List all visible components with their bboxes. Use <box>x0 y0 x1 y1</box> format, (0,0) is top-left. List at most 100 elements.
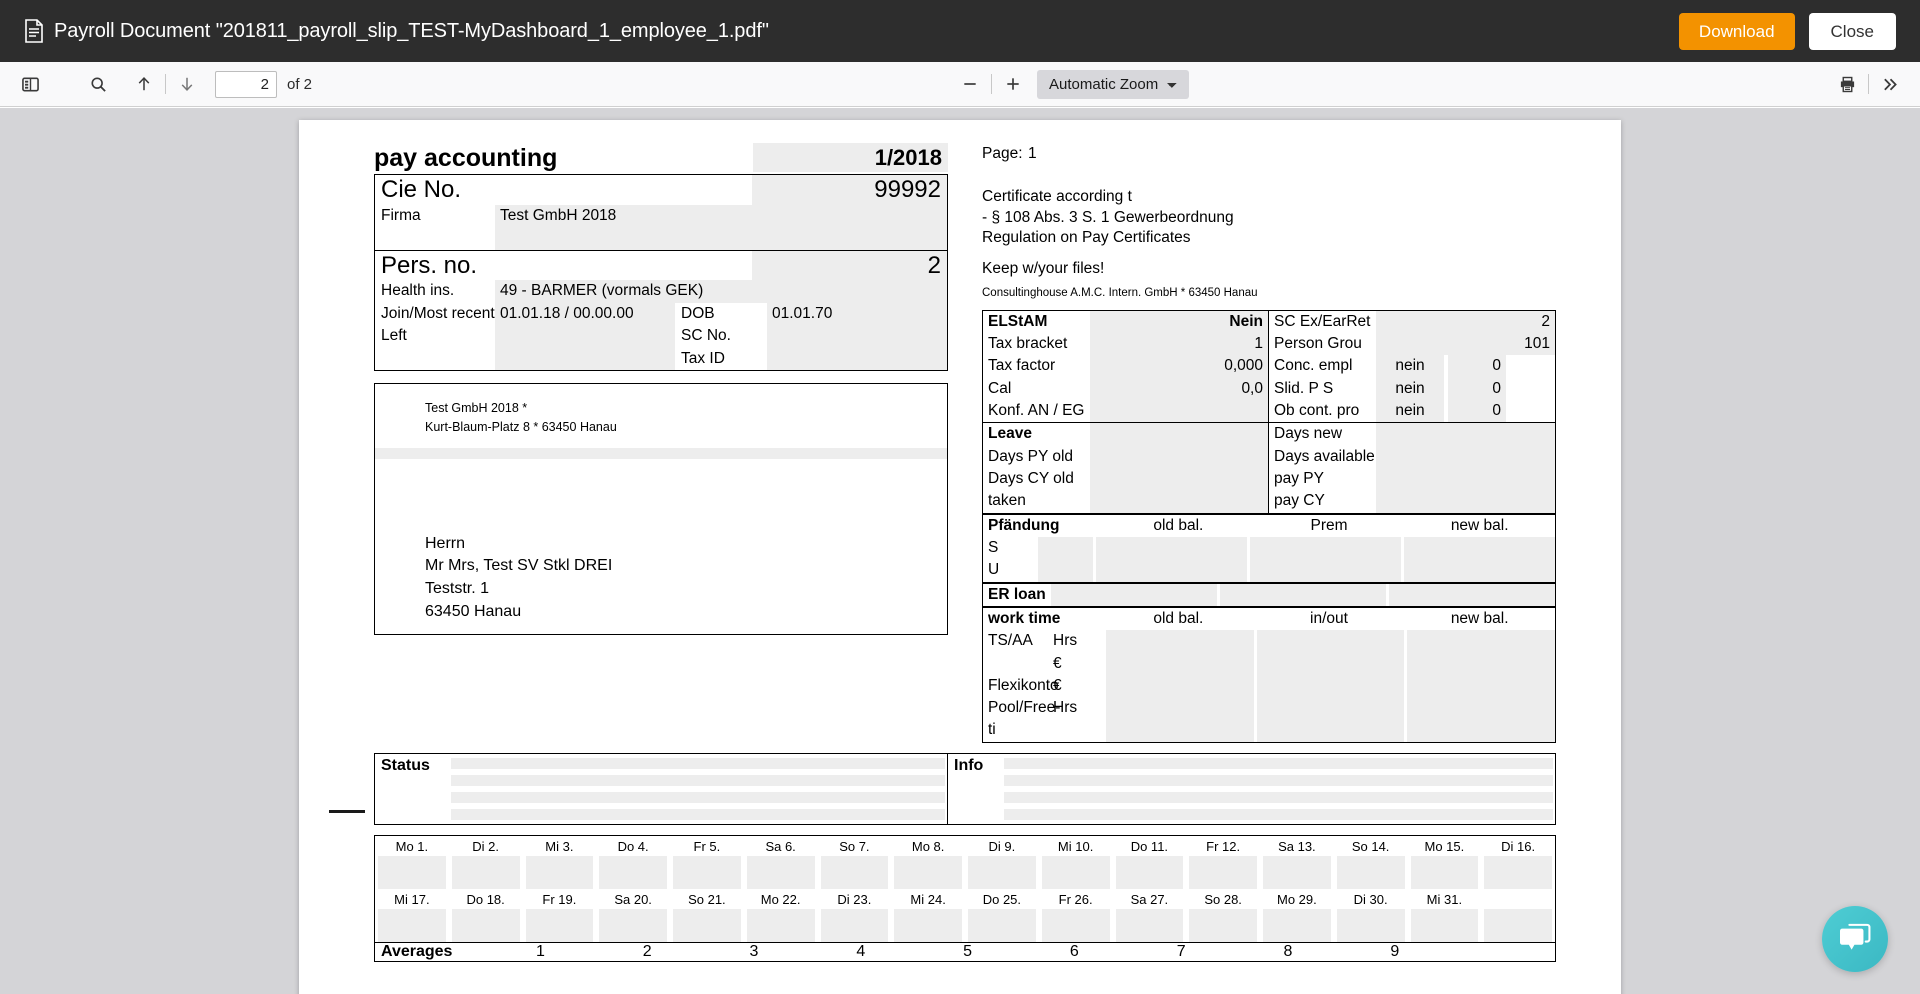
tax-factor-label: Tax factor <box>988 357 1056 375</box>
calendar-day-entry <box>599 908 667 942</box>
pfaendung-row-new-balance <box>1404 536 1555 560</box>
double-chevron-right-icon[interactable] <box>1874 69 1906 99</box>
certificate-line-1: Certificate according t <box>982 188 1132 205</box>
sidebar-toggle-icon[interactable] <box>14 69 46 99</box>
zoom-in-button[interactable] <box>997 69 1029 99</box>
pfaendung-row-label: S <box>988 538 999 556</box>
recipient-line-3: Teststr. 1 <box>425 579 490 597</box>
pfaendung-row: U <box>983 559 1555 582</box>
join-date-value: 01.01.18 / 00.00.00 <box>495 302 675 326</box>
days-available-value <box>1376 445 1555 469</box>
previous-page-button[interactable] <box>128 69 160 99</box>
page-number-input[interactable] <box>215 70 277 98</box>
calendar-day-entry <box>378 855 446 889</box>
averages-column: 8 <box>1283 942 1293 960</box>
zoom-level-select[interactable]: Automatic Zoom <box>1037 69 1190 99</box>
work-time-row-unit: Hrs <box>1053 632 1078 650</box>
close-button[interactable]: Close <box>1808 12 1896 50</box>
calendar-day: Sa 13. <box>1260 836 1334 889</box>
work-time-row-new-balance <box>1407 652 1556 675</box>
work-time-col-old-balance: old bal. <box>1153 609 1204 627</box>
work-time-row-label: Pool/Free-ti <box>988 699 1061 739</box>
elstam-value: Nein <box>1090 310 1268 334</box>
pay-py-value <box>1376 468 1555 491</box>
calendar-day-label: So 7. <box>839 838 870 854</box>
print-icon[interactable] <box>1831 69 1863 99</box>
sc-exemption-value: 2 <box>1376 310 1555 334</box>
work-time-row: Pool/Free-ti Hrs <box>983 697 1556 742</box>
calendar-day: So 14. <box>1334 836 1408 889</box>
cal-value: 0,0 <box>1090 377 1268 401</box>
calendar-day: Sa 6. <box>744 836 818 889</box>
sender-line-2: Kurt-Blaum-Platz 8 * 63450 Hanau <box>425 419 617 434</box>
app-header: Payroll Document "201811_payroll_slip_TE… <box>0 0 1920 62</box>
calendar-day: Do 25. <box>965 889 1039 942</box>
calendar-day-label: Di 2. <box>472 838 499 854</box>
calendar-day-label: Do 11. <box>1130 838 1169 854</box>
elstam-row: Cal 0,0 Slid. P S nein 0 <box>983 377 1555 401</box>
left-date-label: Left <box>381 327 407 345</box>
person-group-label: Person Grou <box>1274 335 1362 353</box>
calendar-day-entry <box>525 908 594 942</box>
status-box: Status <box>374 752 948 825</box>
tax-factor-cell: Tax factor 0,000 <box>983 355 1269 378</box>
pay-py-label: pay PY <box>1274 470 1324 488</box>
work-time-row-new-balance <box>1407 630 1556 653</box>
sender-line-1: Test GmbH 2018 * <box>425 401 528 415</box>
header-actions: Download Close <box>1678 12 1896 50</box>
chat-widget-button[interactable] <box>1822 906 1888 972</box>
tax-bracket-label: Tax bracket <box>988 335 1068 353</box>
calendar-day: Mi 17. <box>375 889 449 942</box>
averages-row: Averages 1 2 3 4 5 6 7 8 9 <box>374 942 1556 962</box>
calendar-day-label: Di 23. <box>837 891 872 907</box>
calendar-day-entry <box>525 855 594 889</box>
zoom-out-button[interactable] <box>954 69 986 99</box>
calendar-day: Mo 1. <box>375 836 449 889</box>
calendar-day-entry <box>1263 908 1331 942</box>
calendar-day-label: Do 4. <box>617 838 649 854</box>
calendar-day-entry <box>1410 908 1479 942</box>
person-number-label: Pers. no. <box>381 251 478 279</box>
work-time-table: work time old bal. in/out new bal. TS/AA… <box>982 606 1556 743</box>
calendar-day: Do 11. <box>1113 836 1187 889</box>
leave-title-cell: Leave <box>983 423 1269 446</box>
next-page-button[interactable] <box>171 69 203 99</box>
pdf-viewer-toolbar: of 2 Automatic Zoom <box>0 62 1920 107</box>
join-date-row: Join/Most recent jo 01.01.18 / 00.00.00 … <box>375 302 947 326</box>
days-new-label: Days new <box>1274 425 1343 443</box>
dob-value: 01.01.70 <box>767 302 947 326</box>
pfaendung-title: Pfändung <box>988 516 1060 534</box>
tax-bracket-value: 1 <box>1090 333 1268 356</box>
sc-exemption-label: SC Ex/EarRet <box>1274 312 1371 330</box>
person-number-value: 2 <box>752 250 947 281</box>
calendar-day-label <box>1481 889 1555 909</box>
document-left-column: pay accounting 1/2018 Cie No. 99992 Firm… <box>374 143 948 743</box>
calendar-day-entry <box>968 855 1036 889</box>
calendar-day-entry <box>673 855 741 889</box>
elstam-row: Tax bracket 1 Person Grou 101 <box>983 333 1555 356</box>
calendar-day-entry <box>1041 855 1110 889</box>
elstam-table: ELStAM Nein SC Ex/EarRet 2 Tax bracket 1… <box>982 309 1556 424</box>
download-button[interactable]: Download <box>1678 12 1795 50</box>
calendar-day-entry <box>1189 908 1257 942</box>
calendar-day-entry <box>378 908 446 942</box>
sliding-pay-scale-value: 0 <box>1448 377 1506 401</box>
calendar-day: Sa 27. <box>1113 889 1187 942</box>
pdf-viewer-canvas[interactable]: pay accounting 1/2018 Cie No. 99992 Firm… <box>0 108 1920 994</box>
pfaendung-row-new-balance <box>1404 559 1555 582</box>
work-time-col-new-balance: new bal. <box>1450 609 1509 627</box>
ob-contribution-cell: Ob cont. pro nein 0 <box>1269 400 1555 423</box>
calendar-day-label: Do 18. <box>466 891 505 907</box>
er-loan-new-balance <box>1389 583 1555 606</box>
toolbar-left-group: of 2 <box>14 69 312 99</box>
company-extra-label <box>375 227 495 249</box>
health-insurance-row: Health ins. 49 - BARMER (vormals GEK) <box>375 280 947 303</box>
search-icon[interactable] <box>82 69 114 99</box>
recipient-address: Herrn Mr Mrs, Test SV Stkl DREI Teststr.… <box>375 437 947 624</box>
pfaendung-col-new-balance: new bal. <box>1450 516 1509 534</box>
calendar-day-label: Mi 3. <box>545 838 574 854</box>
averages-column: 9 <box>1390 942 1400 960</box>
calendar-day: Sa 20. <box>596 889 670 942</box>
fold-mark <box>329 810 365 813</box>
calendar-day <box>1481 889 1555 942</box>
